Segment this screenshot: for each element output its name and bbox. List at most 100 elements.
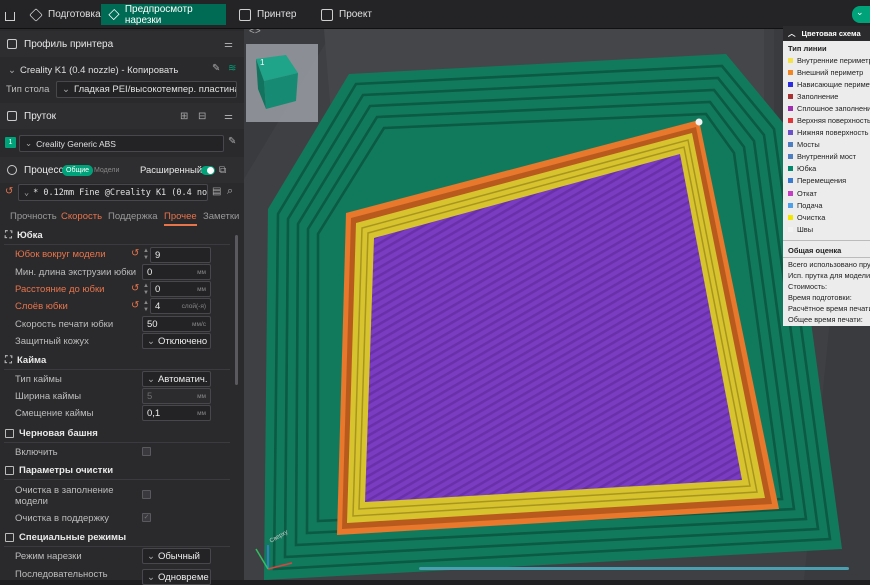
advanced-toggle[interactable] bbox=[201, 165, 215, 175]
settings-sliders-icon[interactable]: ⚌ bbox=[224, 111, 233, 122]
tab-others[interactable]: Прочее bbox=[164, 211, 197, 226]
top-toolbar: Подготовка Предпросмотр нарезки Принтер … bbox=[0, 0, 870, 29]
legend-item[interactable]: Откат bbox=[783, 187, 870, 199]
search-icon[interactable]: ⌕ bbox=[227, 185, 233, 198]
add-filament-icon[interactable]: ⊞ bbox=[180, 111, 188, 122]
printer-profile-select[interactable]: ⌄ Creality K1 (0.4 nozzle) - Копировать bbox=[3, 62, 209, 79]
tab-prepare[interactable]: Подготовка bbox=[22, 4, 109, 25]
settings-sliders-icon[interactable]: ⚌ bbox=[224, 39, 233, 50]
legend-item[interactable]: Нависающие периметры bbox=[783, 78, 870, 90]
printer-profile-title: Профиль принтера bbox=[24, 38, 114, 50]
wifi-icon[interactable]: ≋ bbox=[228, 63, 236, 74]
filament-select[interactable]: ⌄ Creality Generic ABS bbox=[19, 135, 224, 152]
tab-speed[interactable]: Скорость bbox=[61, 211, 102, 222]
bed-type-select[interactable]: ⌄ Гладкая PEI/высокотемпер. пластина bbox=[56, 81, 237, 98]
brim-type-select[interactable]: ⌄ Автоматич. bbox=[142, 371, 211, 387]
prime-tower-checkbox[interactable] bbox=[142, 447, 151, 456]
legend-item-label: Внутренний мост bbox=[797, 152, 857, 162]
printer-icon bbox=[239, 8, 251, 21]
legend-item-label: Откат bbox=[797, 188, 817, 198]
legend-item[interactable]: Верхняя поверхность bbox=[783, 114, 870, 126]
brim-offset-input[interactable]: 0,1 мм bbox=[142, 405, 211, 421]
slice-dropdown-button[interactable]: ⌄ bbox=[852, 6, 870, 23]
legend-item[interactable]: Нижняя поверхность bbox=[783, 127, 870, 139]
remove-filament-icon[interactable]: ⊟ bbox=[198, 111, 206, 122]
advanced-label: Расширенный bbox=[140, 164, 203, 176]
move-slider bbox=[419, 567, 849, 570]
section-special-title: Специальные режимы bbox=[19, 532, 127, 543]
save-icon[interactable]: ▤ bbox=[212, 186, 221, 197]
legend-swatch bbox=[788, 69, 793, 75]
legend-item[interactable]: Юбка bbox=[783, 163, 870, 175]
edit-icon[interactable]: ✎ bbox=[228, 136, 236, 147]
tab-project-label: Проект bbox=[339, 9, 372, 20]
tab-strength[interactable]: Прочность bbox=[10, 211, 57, 222]
legend-item[interactable]: Заполнение bbox=[783, 90, 870, 102]
tab-prepare-label: Подготовка bbox=[48, 9, 101, 20]
legend-item-label: Нижняя поверхность bbox=[797, 128, 869, 138]
reset-icon[interactable]: ↺ bbox=[131, 283, 139, 294]
section-prime-tower-title: Черновая башня bbox=[19, 428, 98, 439]
purge-support-checkbox[interactable]: ✓ bbox=[142, 513, 151, 522]
process-title: Процесс bbox=[24, 164, 64, 176]
skirt-speed-input[interactable]: 50 мм/с bbox=[142, 316, 211, 332]
compare-icon[interactable]: ⧉ bbox=[219, 165, 226, 176]
legend-item[interactable]: Мосты bbox=[783, 139, 870, 151]
collapse-sidebar-icon[interactable]: <> bbox=[249, 29, 261, 37]
reset-icon[interactable]: ↺ bbox=[131, 248, 139, 259]
summary-items: Всего использовано пруткаИсп. прутка для… bbox=[783, 259, 870, 325]
toggle-models[interactable]: Модели bbox=[94, 167, 119, 174]
skirt-layers-input[interactable]: 4 слой(-я) bbox=[150, 298, 211, 314]
slicing-mode-select[interactable]: ⌄ Обычный bbox=[142, 548, 211, 564]
legend-item[interactable]: Подача bbox=[783, 199, 870, 211]
summary-title: Общая оценка bbox=[788, 246, 842, 256]
legend-swatch bbox=[788, 214, 793, 220]
filament-slot-badge[interactable]: 1 bbox=[5, 137, 16, 148]
section-brim-title: Кайма bbox=[17, 355, 47, 366]
section-skirt-title: Юбка bbox=[17, 230, 43, 241]
legend-item[interactable]: Очистка bbox=[783, 211, 870, 223]
brim-width-input[interactable]: 5 мм bbox=[142, 388, 211, 404]
tab-slice-preview[interactable]: Предпросмотр нарезки bbox=[101, 4, 226, 26]
chevron-down-icon: ⌄ bbox=[856, 7, 864, 17]
settings-scrollbar[interactable] bbox=[235, 235, 238, 385]
tab-printer[interactable]: Принтер bbox=[231, 4, 304, 25]
process-profile-select[interactable]: ⌄ * 0.12mm Fine @Creality K1 (0.4 nozzle… bbox=[18, 184, 208, 201]
skirt-loops-input[interactable]: 9 bbox=[150, 247, 211, 263]
legend-item[interactable]: Внутренний мост bbox=[783, 151, 870, 163]
stepper-arrows[interactable]: ▲ ▼ bbox=[143, 300, 149, 314]
bed-type-label: Тип стола bbox=[6, 84, 50, 95]
legend-swatch bbox=[788, 93, 793, 99]
section-purge-title: Параметры очистки bbox=[19, 465, 114, 476]
brim-width-label: Ширина каймы bbox=[15, 391, 82, 402]
legend-swatch bbox=[788, 118, 793, 124]
stepper-arrows[interactable]: ▲ ▼ bbox=[143, 283, 149, 297]
tab-notes[interactable]: Заметки bbox=[203, 211, 239, 222]
legend-item-label: Юбка bbox=[797, 164, 817, 174]
legend-item[interactable]: Швы bbox=[783, 223, 870, 235]
legend-item[interactable]: Внутренние периметры bbox=[783, 54, 870, 66]
home-button[interactable] bbox=[0, 4, 22, 25]
legend-swatch bbox=[788, 142, 793, 148]
print-sequence-select[interactable]: ⌄ Одновреме bbox=[142, 569, 211, 585]
legend-item[interactable]: Сплошное заполнение bbox=[783, 102, 870, 114]
tab-support[interactable]: Поддержка bbox=[108, 211, 158, 222]
reset-icon[interactable]: ↺ bbox=[131, 300, 139, 311]
purge-infill-checkbox[interactable] bbox=[142, 490, 151, 499]
filament-header: Пруток ⊞ ⊟ ⚌ bbox=[0, 103, 244, 129]
legend-item[interactable]: Перемещения bbox=[783, 175, 870, 187]
color-scheme-legend: ︿ Цветовая схема Тип линии Внутренние пе… bbox=[783, 26, 870, 326]
settings-sidebar: Профиль принтера ⚌ ⌄ Creality K1 (0.4 no… bbox=[0, 29, 244, 585]
skirt-distance-input[interactable]: 0 мм bbox=[150, 281, 211, 297]
3d-viewport[interactable]: <> 1 Сверху bbox=[244, 29, 870, 580]
skirt-minlen-input[interactable]: 0 мм bbox=[142, 264, 211, 280]
toggle-global[interactable]: Общие bbox=[62, 164, 94, 176]
legend-item[interactable]: Внешний периметр bbox=[783, 66, 870, 78]
reset-icon[interactable]: ↺ bbox=[5, 186, 13, 197]
tab-project[interactable]: Проект bbox=[313, 4, 380, 25]
filament-icon bbox=[7, 111, 17, 121]
edit-icon[interactable]: ✎ bbox=[212, 63, 220, 74]
legend-header[interactable]: ︿ Цветовая схема bbox=[783, 26, 870, 41]
stepper-arrows[interactable]: ▲ ▼ bbox=[143, 248, 149, 262]
draft-shield-select[interactable]: ⌄ Отключено bbox=[142, 333, 211, 349]
